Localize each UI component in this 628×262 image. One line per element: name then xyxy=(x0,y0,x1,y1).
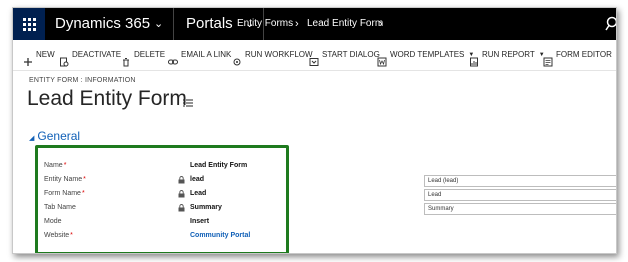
right-field-form[interactable]: Lead xyxy=(424,189,616,201)
word-templates-label: WORD TEMPLATES xyxy=(390,50,465,59)
start-dialog-label: START DIALOG xyxy=(322,50,380,59)
deactivate-button[interactable]: DEACTIVATE xyxy=(59,40,121,70)
run-report-label: RUN REPORT xyxy=(482,50,535,59)
new-label: NEW xyxy=(36,50,55,59)
chevron-down-icon[interactable]: ⌄ xyxy=(154,8,163,40)
search-icon[interactable] xyxy=(605,16,617,32)
chevron-right-icon: › xyxy=(379,18,383,30)
top-nav-bar: Dynamics 365 ⌄ Portals ⌄ Entity Forms › … xyxy=(13,8,616,40)
delete-label: DELETE xyxy=(134,50,166,59)
app-window: Dynamics 365 ⌄ Portals ⌄ Entity Forms › … xyxy=(12,7,617,254)
link-icon xyxy=(168,50,178,65)
report-icon xyxy=(469,50,479,67)
section-title: General xyxy=(37,129,81,143)
deactivate-label: DEACTIVATE xyxy=(72,50,122,59)
breadcrumb-lead-entity-form[interactable]: Lead Entity Form xyxy=(307,8,383,40)
area-name[interactable]: Portals xyxy=(186,8,233,40)
run-workflow-label: RUN WORKFLOW xyxy=(245,50,313,59)
new-button[interactable]: NEW xyxy=(23,40,55,70)
nav-divider xyxy=(173,8,174,40)
delete-button[interactable]: DELETE xyxy=(121,40,165,70)
word-icon xyxy=(377,50,387,67)
page-title: Lead Entity Form xyxy=(27,87,187,110)
entity-form-label: ENTITY FORM : INFORMATION xyxy=(29,77,136,84)
highlight-box xyxy=(35,145,289,253)
workflow-icon xyxy=(232,50,242,66)
waffle-icon xyxy=(22,17,36,31)
right-field-entity[interactable]: Lead (lead) xyxy=(424,175,616,187)
trash-icon xyxy=(121,50,131,67)
collapse-triangle-icon: ◢ xyxy=(29,135,35,142)
email-link-button[interactable]: EMAIL A LINK xyxy=(168,40,231,70)
command-bar: NEW DEACTIVATE DELETE EMAIL A LINK RUN W… xyxy=(13,40,616,71)
form-selector-icon[interactable] xyxy=(183,99,193,107)
right-field-tab[interactable]: Summary xyxy=(424,203,616,215)
plus-icon xyxy=(23,50,33,66)
email-link-label: EMAIL A LINK xyxy=(181,50,232,59)
section-general[interactable]: ◢ General xyxy=(29,129,80,143)
form-editor-icon xyxy=(543,50,553,67)
chevron-right-icon: › xyxy=(295,18,299,30)
form-editor-button[interactable]: FORM EDITOR xyxy=(543,40,612,70)
run-workflow-button[interactable]: RUN WORKFLOW xyxy=(232,40,313,70)
form-editor-label: FORM EDITOR xyxy=(556,50,612,59)
dialog-icon xyxy=(309,50,319,66)
start-dialog-button[interactable]: START DIALOG xyxy=(309,40,380,70)
word-templates-button[interactable]: WORD TEMPLATES ▼ xyxy=(377,40,474,70)
breadcrumb-entity-forms[interactable]: Entity Forms xyxy=(237,8,293,40)
deactivate-icon xyxy=(59,50,69,67)
run-report-button[interactable]: RUN REPORT ▼ xyxy=(469,40,545,70)
app-launcher-button[interactable] xyxy=(13,8,45,40)
app-name[interactable]: Dynamics 365 xyxy=(55,8,150,40)
